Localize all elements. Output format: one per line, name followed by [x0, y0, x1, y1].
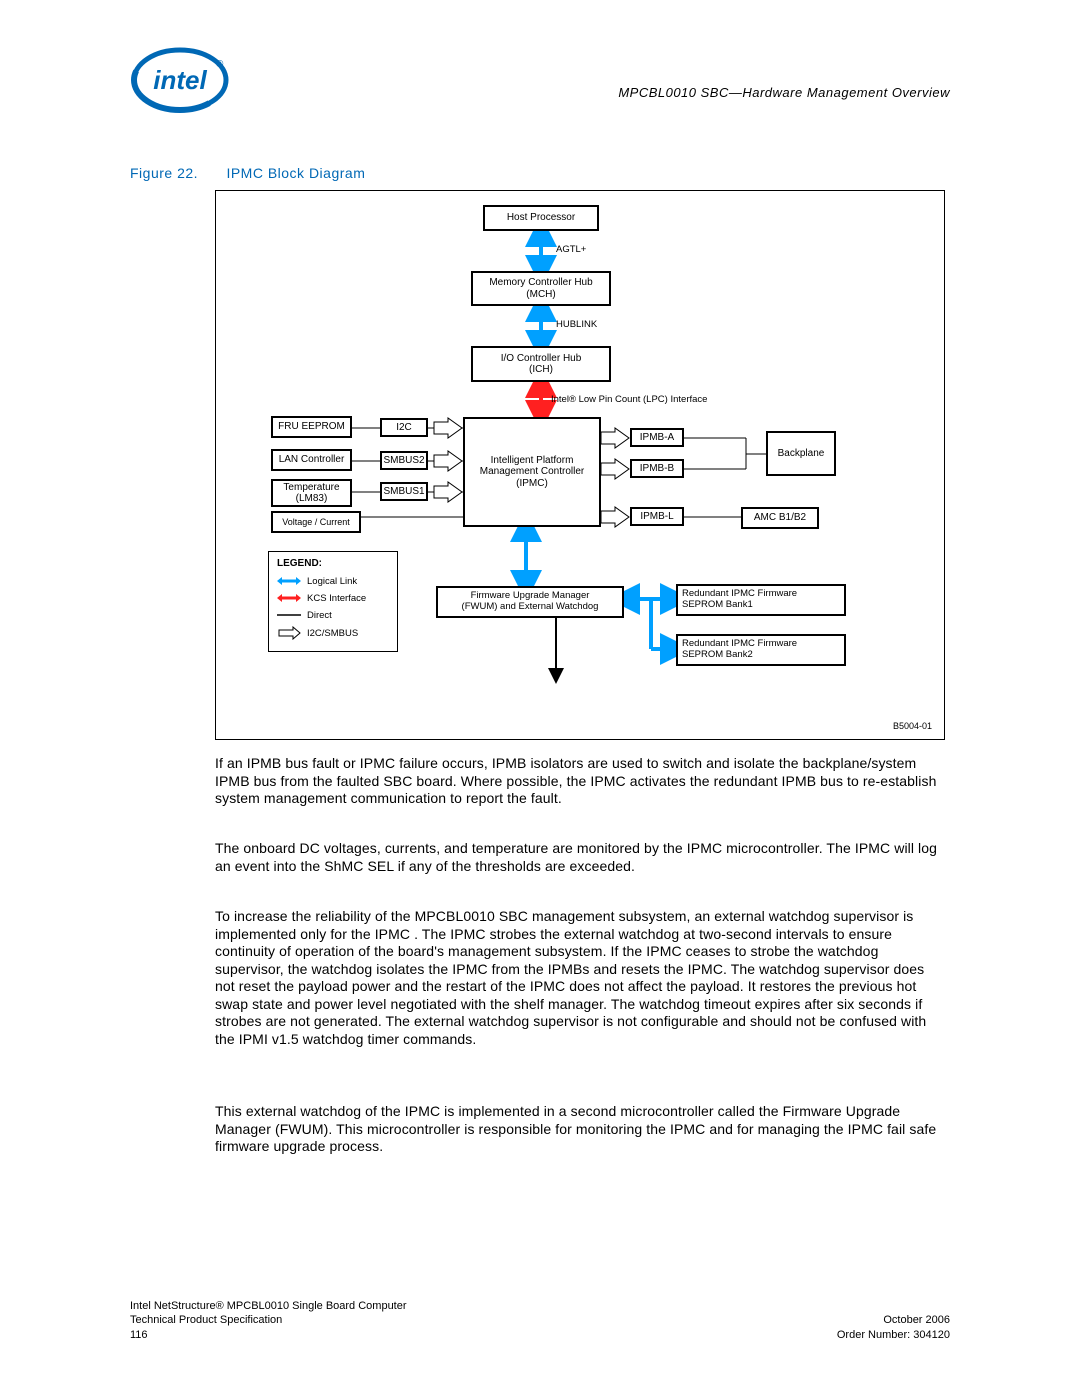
- box-lan-controller: LAN Controller: [271, 449, 352, 471]
- intel-logo: intel ®: [130, 45, 230, 120]
- box-ipmb-a: IPMB-A: [630, 428, 684, 447]
- box-ipmb-l: IPMB-L: [630, 507, 684, 526]
- legend-direct: Direct: [307, 610, 332, 621]
- figure-label: Figure 22.: [130, 165, 198, 181]
- box-i2c: I2C: [380, 418, 428, 437]
- ipmc-block-diagram: Host Processor AGTL+ Memory Controller H…: [215, 190, 945, 740]
- footer-left: Intel NetStructure® MPCBL0010 Single Boa…: [130, 1299, 407, 1342]
- box-ipmc: Intelligent Platform Management Controll…: [463, 417, 601, 527]
- box-smbus1: SMBUS1: [380, 482, 428, 501]
- legend-kcs: KCS Interface: [307, 593, 366, 604]
- box-fru-eeprom: FRU EEPROM: [271, 416, 352, 438]
- footer-page: 116: [130, 1328, 407, 1342]
- paragraph-2: The onboard DC voltages, currents, and t…: [215, 840, 945, 875]
- legend: LEGEND: Logical Link KCS Interface Direc…: [268, 551, 398, 652]
- box-temperature: Temperature (LM83): [271, 479, 352, 507]
- box-mch: Memory Controller Hub (MCH): [471, 271, 611, 306]
- footer-doc-type: Technical Product Specification: [130, 1313, 407, 1327]
- box-fwum: Firmware Upgrade Manager (FWUM) and Exte…: [436, 586, 624, 618]
- footer-date: October 2006: [837, 1313, 950, 1327]
- box-voltage-current: Voltage / Current: [271, 511, 361, 533]
- diagram-id: B5004-01: [893, 721, 932, 731]
- box-ipmb-b: IPMB-B: [630, 459, 684, 478]
- box-amc: AMC B1/B2: [741, 507, 819, 529]
- legend-logical: Logical Link: [307, 576, 357, 587]
- svg-text:®: ®: [216, 59, 224, 70]
- paragraph-4: This external watchdog of the IPMC is im…: [215, 1103, 945, 1156]
- legend-i2c-smbus: I2C/SMBUS: [307, 628, 358, 639]
- label-lpc: Intel® Low Pin Count (LPC) Interface: [551, 394, 741, 405]
- box-host-processor: Host Processor: [483, 205, 599, 231]
- footer-product: Intel NetStructure® MPCBL0010 Single Boa…: [130, 1299, 407, 1313]
- box-backplane: Backplane: [766, 431, 836, 476]
- header-doc-title: MPCBL0010 SBC—Hardware Management Overvi…: [618, 85, 950, 100]
- label-agtl: AGTL+: [556, 244, 586, 255]
- box-seprom-bank2: Redundant IPMC Firmware SEPROM Bank2: [676, 634, 846, 666]
- box-ich: I/O Controller Hub (ICH): [471, 346, 611, 382]
- box-seprom-bank1: Redundant IPMC Firmware SEPROM Bank1: [676, 584, 846, 616]
- figure-caption: Figure 22. IPMC Block Diagram: [130, 165, 365, 181]
- svg-text:intel: intel: [153, 65, 207, 95]
- legend-title: LEGEND:: [277, 558, 389, 569]
- figure-title: IPMC Block Diagram: [226, 165, 365, 181]
- paragraph-1: If an IPMB bus fault or IPMC failure occ…: [215, 755, 945, 808]
- footer-order: Order Number: 304120: [837, 1328, 950, 1342]
- box-smbus2: SMBUS2: [380, 451, 428, 470]
- paragraph-3: To increase the reliability of the MPCBL…: [215, 908, 945, 1048]
- label-hublink: HUBLINK: [556, 319, 597, 330]
- footer-right: October 2006 Order Number: 304120: [837, 1313, 950, 1342]
